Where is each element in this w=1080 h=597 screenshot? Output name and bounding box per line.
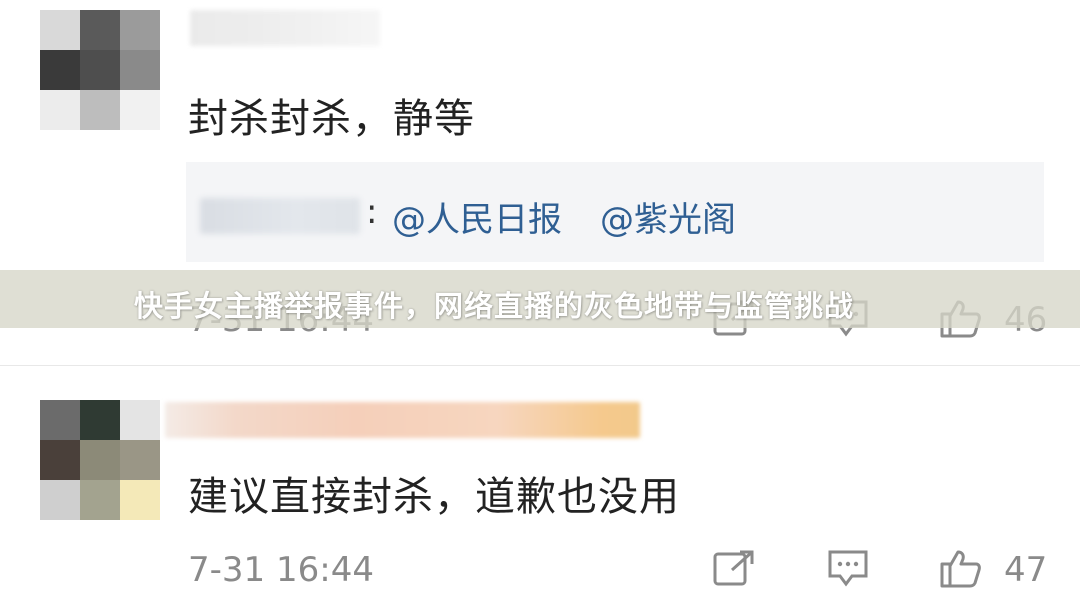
headline-banner: 快手女主播举报事件，网络直播的灰色地带与监管挑战 [0,270,1080,328]
comment-body: 封杀封杀，静等 [188,96,475,142]
avatar[interactable] [40,400,160,520]
reply-separator: : [366,192,378,232]
thumbs-up-icon[interactable] [938,548,982,588]
like-count: 47 [1004,550,1048,590]
comment-meta: 7-31 16:44 47 [0,546,1080,592]
reply-username-blurred[interactable] [200,198,360,234]
timestamp: 7-31 16:44 [188,550,374,590]
mention-link[interactable]: @紫光阁 [600,192,736,241]
comment-body: 建议直接封杀，道歉也没用 [188,474,680,520]
username-blurred[interactable] [165,402,640,438]
quoted-reply[interactable]: : @人民日报 @紫光阁 [186,162,1044,262]
avatar[interactable] [40,10,160,130]
comment-item-2: 建议直接封杀，道歉也没用 7-31 16:44 47 [0,366,1080,597]
share-icon[interactable] [712,548,756,588]
username-blurred[interactable] [190,10,380,46]
comment-bubble-icon[interactable] [826,548,870,588]
mention-link[interactable]: @人民日报 [392,192,562,241]
banner-title: 快手女主播举报事件，网络直播的灰色地带与监管挑战 [134,289,855,323]
